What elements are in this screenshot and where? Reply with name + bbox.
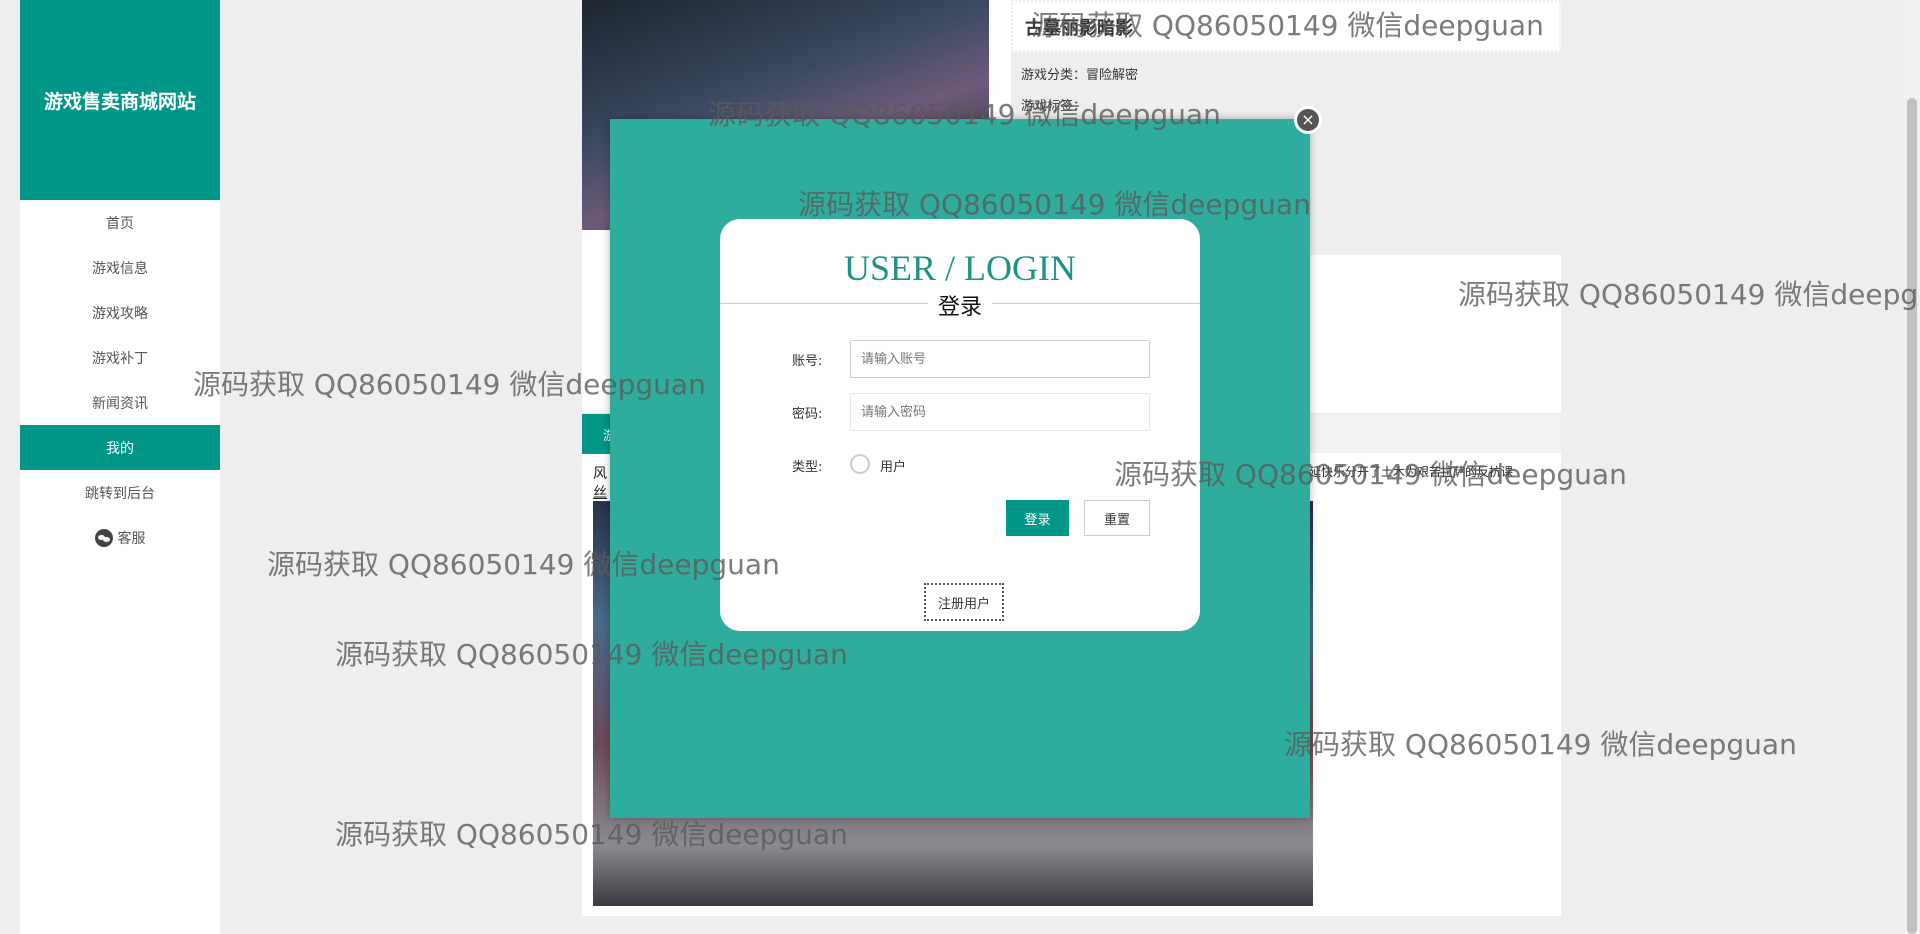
password-label: 密码:: [792, 407, 823, 422]
login-modal: USER / LOGIN 登录 账号: 密码: 类型: 用户 登录 重置 注册用…: [610, 119, 1310, 818]
type-label: 类型:: [792, 460, 823, 475]
scrollbar-thumb[interactable]: [1907, 98, 1917, 934]
login-button[interactable]: 登录: [1006, 500, 1069, 536]
close-icon[interactable]: ×: [1294, 106, 1322, 134]
nav-customer-service[interactable]: 客服: [20, 515, 220, 560]
account-input[interactable]: [850, 340, 1150, 378]
site-brand[interactable]: 游戏售卖商城网站: [20, 0, 220, 200]
customer-service-label: 客服: [117, 530, 146, 547]
user-type-radio[interactable]: [850, 454, 870, 474]
category-value: 冒险解密: [1086, 68, 1139, 83]
news-snippet[interactable]: 风: [593, 463, 607, 483]
nav-admin[interactable]: 跳转到后台: [20, 470, 220, 515]
nav-news[interactable]: 新闻资讯: [20, 380, 220, 425]
news-snippet-2[interactable]: 丝: [593, 482, 607, 502]
nav-game-info[interactable]: 游戏信息: [20, 245, 220, 290]
account-label: 账号:: [792, 354, 823, 369]
nav-game-guides[interactable]: 游戏攻略: [20, 290, 220, 335]
game-title: 古墓丽影暗影: [1011, 0, 1561, 52]
login-title: USER / LOGIN: [844, 248, 1076, 288]
login-subtitle: 登录: [927, 289, 993, 321]
login-card: USER / LOGIN 登录 账号: 密码: 类型: 用户 登录 重置 注册用…: [720, 219, 1200, 631]
sidebar: 游戏售卖商城网站 首页 游戏信息 游戏攻略 游戏补丁 新闻资讯 我的 跳转到后台…: [20, 0, 220, 934]
wechat-icon: [94, 528, 113, 547]
reset-button[interactable]: 重置: [1084, 500, 1150, 536]
game-tags: 游戏标签：: [1011, 83, 1561, 114]
nav-mine[interactable]: 我的: [20, 425, 220, 470]
nav-game-patches[interactable]: 游戏补丁: [20, 335, 220, 380]
register-button[interactable]: 注册用户: [924, 583, 1004, 621]
nav-home[interactable]: 首页: [20, 200, 220, 245]
user-type-label[interactable]: 用户: [880, 456, 906, 475]
game-category: 游戏分类：冒险解密: [1011, 52, 1561, 83]
news-snippet-right[interactable]: 延快乐分开了土木为艰苦拉萨的反抗课: [1309, 463, 1513, 480]
category-label: 游戏分类：: [1021, 68, 1087, 83]
tag-label: 游戏标签：: [1021, 99, 1087, 114]
scrollbar[interactable]: [1904, 0, 1920, 934]
password-input[interactable]: [850, 393, 1150, 431]
